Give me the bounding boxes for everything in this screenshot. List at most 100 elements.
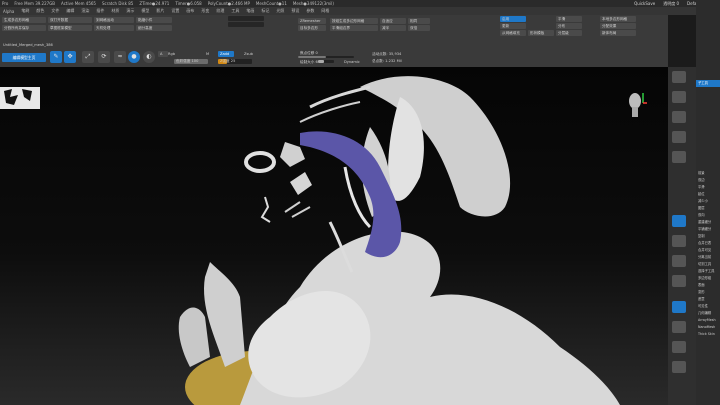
zremesher-slider[interactable]: [228, 16, 264, 21]
menu-item[interactable]: 影片: [156, 8, 164, 14]
edit-model-button[interactable]: 编辑模型主页: [2, 53, 46, 62]
tool-panel-item[interactable]: 双边: [696, 177, 720, 184]
menu-item[interactable]: Alpha: [3, 9, 14, 14]
tool-panel-item[interactable]: 合并已表: [696, 240, 720, 247]
tool-panel-item[interactable]: 遮罩: [696, 296, 720, 303]
menu-item[interactable]: 标记: [261, 8, 269, 14]
subdiv-level-button[interactable]: 分层级: [556, 30, 582, 36]
generate-polymesh-button[interactable]: 生成多边形网格: [2, 17, 46, 23]
scale-tool[interactable]: ⤢: [82, 51, 94, 63]
menu-item[interactable]: 颜色: [36, 8, 44, 14]
menu-item[interactable]: 设置: [171, 8, 179, 14]
shelf-button[interactable]: [672, 255, 686, 267]
menu-item[interactable]: 工具: [231, 8, 239, 14]
tool-panel-item[interactable]: 平滑: [696, 184, 720, 191]
local-polymesh-button[interactable]: 本地多边形网格: [600, 16, 636, 22]
double-button[interactable]: 双倍: [408, 25, 430, 31]
menu-item[interactable]: 渲染: [81, 8, 89, 14]
tool-panel-item[interactable]: NanoMesh: [696, 324, 720, 331]
tool-panel-item[interactable]: 起位: [696, 191, 720, 198]
distribute-button[interactable]: 分布: [556, 23, 582, 29]
menu-item[interactable]: 纹理: [216, 8, 224, 14]
zsub-button[interactable]: Zsub: [244, 52, 253, 56]
tool-panel-item[interactable]: 变形: [696, 289, 720, 296]
tool-panel-item[interactable]: 平铺细分: [696, 226, 720, 233]
focal-shift-slider[interactable]: [298, 56, 354, 58]
new-layout-button[interactable]: 新体布局: [600, 30, 636, 36]
menu-item[interactable]: 光照: [276, 8, 284, 14]
shelf-button[interactable]: [672, 91, 686, 103]
menu-item[interactable]: 笔刷: [21, 8, 29, 14]
shelf-button[interactable]: [672, 341, 686, 353]
tool-panel-item[interactable]: Thick Skin: [696, 331, 720, 338]
zadd-button[interactable]: Zadd: [218, 51, 234, 57]
shelf-button[interactable]: [672, 71, 686, 83]
to-mesh-button[interactable]: 到网格运动: [94, 17, 134, 23]
tool-panel-item[interactable]: 图层: [696, 205, 720, 212]
shrink-button[interactable]: 黏缩小件: [136, 17, 172, 23]
subdiv-height-button[interactable]: 细分高度: [136, 25, 172, 31]
menu-item[interactable]: 模型: [141, 8, 149, 14]
shelf-button[interactable]: [672, 361, 686, 373]
tool-panel-item[interactable]: 切割工具: [696, 261, 720, 268]
shelf-button[interactable]: [672, 215, 686, 227]
menu-item[interactable]: 文件: [51, 8, 59, 14]
tool-panel-item[interactable]: 选择子工具: [696, 268, 720, 275]
smooth-group-border-button[interactable]: 平滑组边界: [330, 25, 378, 31]
menu-item[interactable]: 画布: [186, 8, 194, 14]
subtool-header[interactable]: 子工具: [696, 80, 720, 87]
material-selector[interactable]: ◐: [143, 51, 155, 63]
tool-panel-item[interactable]: 可见性: [696, 303, 720, 310]
zremesher-button[interactable]: ZRemesher: [298, 18, 326, 24]
split-save-button[interactable]: 分割所有并保存: [2, 25, 46, 31]
stroke-selector[interactable]: ●: [128, 51, 140, 63]
tool-panel-item[interactable]: 前景: [696, 170, 720, 177]
shelf-button[interactable]: [672, 235, 686, 247]
menu-item[interactable]: 形变: [201, 8, 209, 14]
see-through-slider[interactable]: 透明度 0: [663, 1, 679, 7]
tool-panel-item[interactable]: 分离当前: [696, 254, 720, 261]
fill-from-mesh-button[interactable]: 从网格填充: [500, 30, 526, 36]
menu-item[interactable]: 演示: [126, 8, 134, 14]
shape-template-button[interactable]: 形状模板: [528, 30, 554, 36]
assign-effect-button[interactable]: 分配效果: [600, 23, 636, 29]
enable-button[interactable]: 启用: [500, 16, 526, 22]
draw-tool[interactable]: ✎: [50, 51, 62, 63]
shelf-button[interactable]: [672, 151, 686, 163]
a-toggle[interactable]: A: [158, 51, 168, 57]
menu-item[interactable]: 笔画: [246, 8, 254, 14]
tool-panel-item[interactable]: 多边形组: [696, 275, 720, 282]
shelf-button[interactable]: [672, 111, 686, 123]
menu-item[interactable]: 编辑: [66, 8, 74, 14]
menu-item[interactable]: 参数: [306, 8, 314, 14]
menu-item[interactable]: 网格: [321, 8, 329, 14]
quicksave-button[interactable]: QuickSave: [634, 1, 655, 6]
tool-panel-item[interactable]: 减少小: [696, 198, 720, 205]
viewport-canvas[interactable]: [0, 67, 668, 405]
brush-selector[interactable]: ≈: [114, 51, 126, 63]
move-tool[interactable]: ✥: [64, 51, 76, 63]
update-button[interactable]: 更新: [500, 23, 526, 29]
shelf-button[interactable]: [672, 131, 686, 143]
adaptive-toggle[interactable]: 自适应: [380, 18, 406, 24]
tool-panel-item[interactable]: 合并可见: [696, 247, 720, 254]
process-button[interactable]: 天机处理: [94, 25, 134, 31]
target-polygons-field[interactable]: 目标多边形: [298, 25, 326, 31]
tool-panel-item[interactable]: ArrayMesh: [696, 317, 720, 324]
tool-panel-item[interactable]: 表面: [696, 282, 720, 289]
dynamic-toggle[interactable]: Dynamic: [344, 60, 360, 64]
sketch-frame-button[interactable]: 草图框架模型: [48, 25, 92, 31]
smooth-button[interactable]: 平滑: [556, 16, 582, 22]
shelf-button[interactable]: [672, 321, 686, 333]
tool-panel-item[interactable]: 双向: [696, 212, 720, 219]
same-button[interactable]: 相同: [408, 18, 430, 24]
zremesher-slider-2[interactable]: [228, 22, 264, 27]
polygroup-button[interactable]: 按组生成多边形网格: [330, 18, 378, 24]
shelf-button[interactable]: [672, 301, 686, 313]
navigation-cube-icon[interactable]: [625, 89, 647, 123]
shelf-button[interactable]: [672, 275, 686, 287]
tool-panel-item[interactable]: 几何编辑: [696, 310, 720, 317]
tool-panel-item[interactable]: 重建细分: [696, 219, 720, 226]
menu-item[interactable]: 材质: [111, 8, 119, 14]
menu-item[interactable]: 预设: [291, 8, 299, 14]
